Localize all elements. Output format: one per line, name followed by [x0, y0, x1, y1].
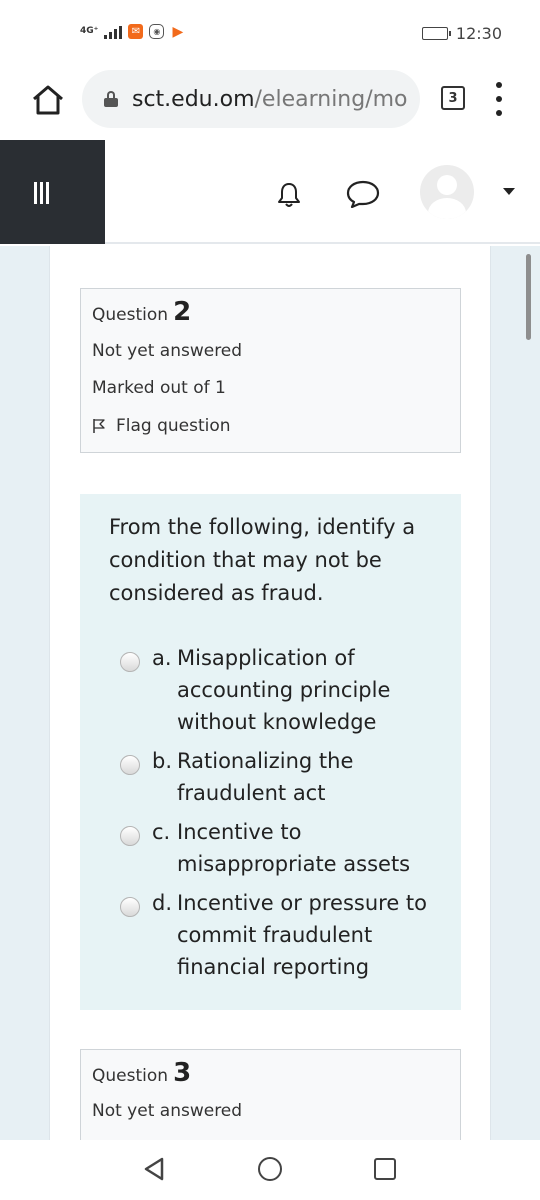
- option-text: Misapplication of accounting principle w…: [177, 646, 391, 734]
- flag-question-link[interactable]: Flag question: [92, 416, 231, 436]
- status-right: 12:30: [421, 24, 502, 43]
- mail-app-icon: ✉: [128, 24, 144, 39]
- question-info: Question 3 Not yet answered: [80, 1049, 461, 1149]
- address-bar[interactable]: sct.edu.om/elearning/mo: [82, 70, 420, 128]
- option-prefix: c.: [152, 820, 171, 844]
- lock-icon: [104, 91, 118, 107]
- status-left: 4G⁺ ✉ ◉ ▶: [80, 24, 186, 40]
- option-prefix: b.: [152, 749, 173, 773]
- chat-bubble-icon[interactable]: [346, 180, 380, 208]
- play-store-icon: ▶: [170, 24, 186, 40]
- question-state: Not yet answered: [92, 341, 243, 361]
- bell-icon[interactable]: [277, 182, 301, 208]
- option-text: Incentive or pressure to commit fraudule…: [177, 891, 427, 979]
- radio-button[interactable]: [120, 897, 140, 917]
- status-bar: 4G⁺ ✉ ◉ ▶ 12:30: [0, 0, 540, 66]
- recents-icon[interactable]: [374, 1158, 396, 1180]
- browser-toolbar: sct.edu.om/elearning/mo 3: [0, 66, 540, 140]
- option-text: Rationalizing the fraudulent act: [177, 749, 354, 805]
- option-prefix: a.: [152, 646, 172, 670]
- answer-option-c[interactable]: c. Incentive to misappropriate assets: [120, 816, 450, 880]
- home-icon[interactable]: [30, 82, 66, 118]
- signal-icon: [104, 25, 123, 39]
- url-path: /elearning/mo: [254, 86, 408, 112]
- system-nav-bar: [0, 1140, 540, 1200]
- answer-option-d[interactable]: d. Incentive or pressure to commit fraud…: [120, 887, 450, 983]
- option-prefix: d.: [152, 891, 173, 915]
- home-circle-icon[interactable]: [258, 1157, 282, 1181]
- question-info: Question 2 Not yet answered Marked out o…: [80, 288, 461, 453]
- radio-button[interactable]: [120, 826, 140, 846]
- back-icon[interactable]: [143, 1156, 165, 1182]
- network-type: 4G⁺: [80, 26, 99, 36]
- flag-question-label: Flag question: [116, 416, 231, 436]
- clock: 12:30: [455, 24, 502, 43]
- question-heading: Question 3: [92, 1058, 191, 1088]
- radio-button[interactable]: [120, 755, 140, 775]
- instagram-icon: ◉: [149, 24, 165, 39]
- question-label: Question: [92, 305, 169, 325]
- question-heading: Question 2: [92, 297, 191, 327]
- question-text: From the following, identify a condition…: [109, 515, 416, 605]
- avatar-icon[interactable]: [420, 165, 474, 219]
- answer-option-a[interactable]: a. Misapplication of accounting principl…: [120, 642, 450, 738]
- radio-button[interactable]: [120, 652, 140, 672]
- chevron-down-icon[interactable]: [503, 188, 515, 195]
- question-number: 2: [173, 297, 192, 327]
- answer-option-b[interactable]: b. Rationalizing the fraudulent act: [120, 745, 450, 809]
- hamburger-icon: [34, 182, 49, 204]
- tab-switcher-button[interactable]: 3: [441, 86, 465, 110]
- question-label: Question: [92, 1066, 169, 1086]
- site-header: [0, 140, 540, 244]
- option-text: Incentive to misappropriate assets: [177, 820, 411, 876]
- battery-icon: [421, 27, 451, 40]
- more-vert-icon[interactable]: [492, 82, 506, 116]
- question-number: 3: [173, 1058, 192, 1088]
- scrollbar[interactable]: [526, 254, 531, 340]
- flag-icon: [93, 419, 105, 433]
- question-grade: Marked out of 1: [92, 378, 226, 398]
- question-state: Not yet answered: [92, 1101, 243, 1121]
- question-content: From the following, identify a condition…: [80, 494, 461, 1010]
- url-domain: sct.edu.om: [132, 86, 255, 112]
- nav-drawer-button[interactable]: [0, 140, 105, 244]
